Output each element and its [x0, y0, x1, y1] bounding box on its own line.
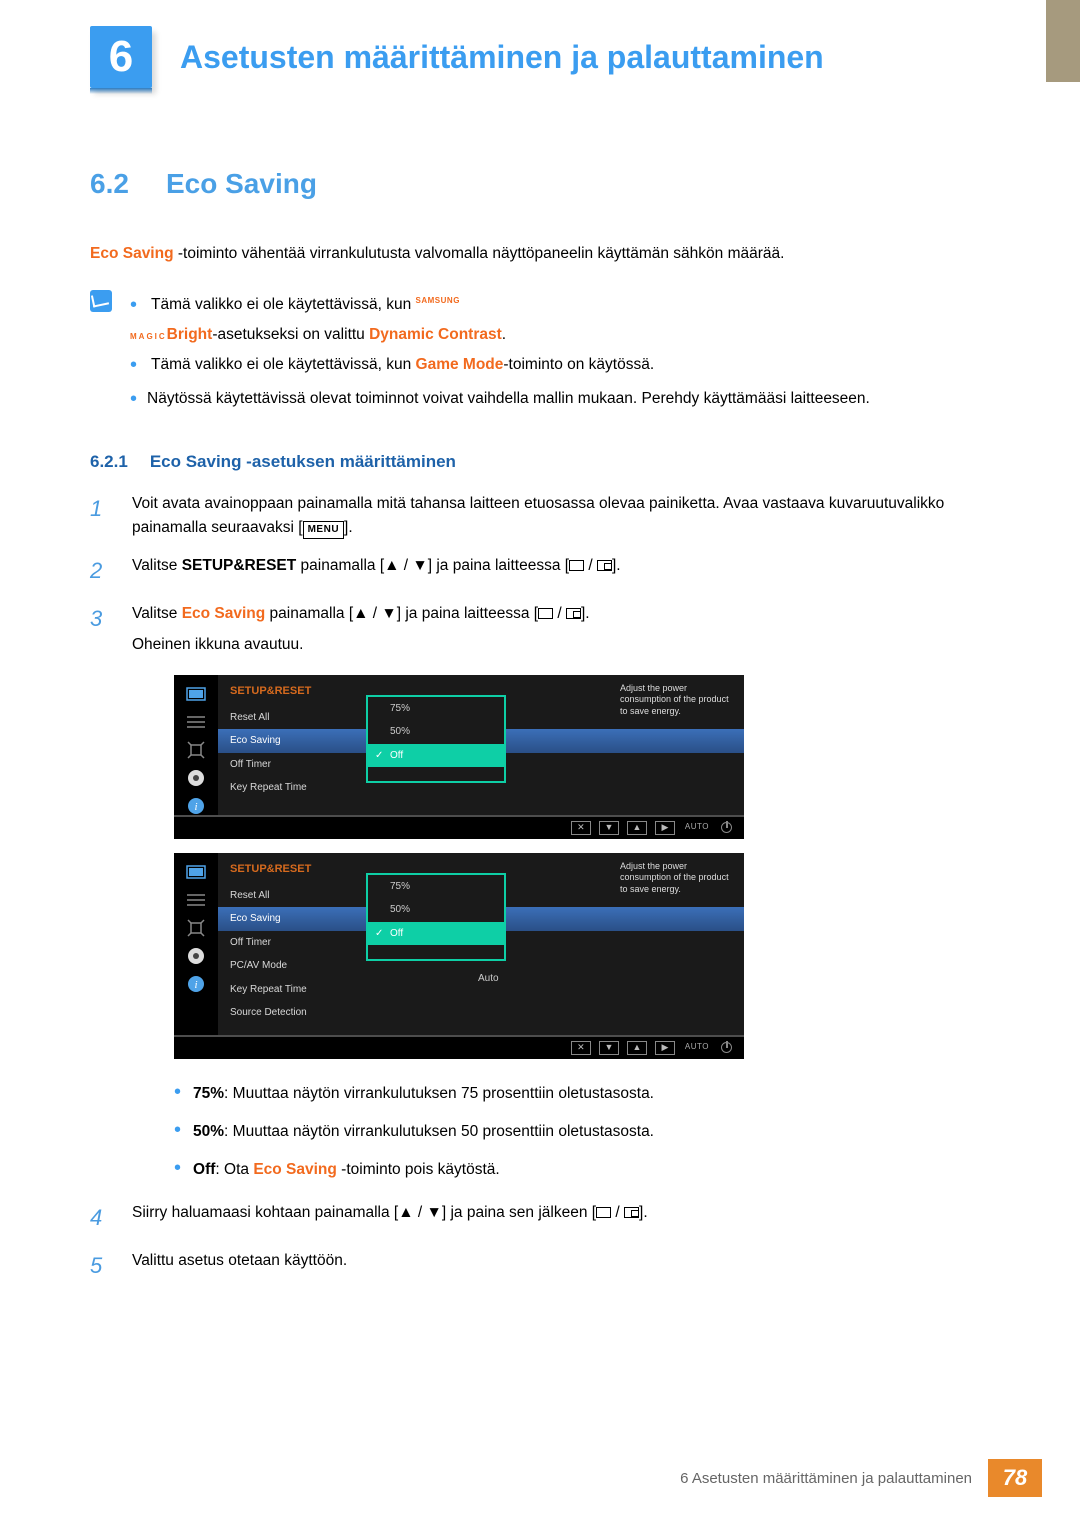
info-icon: i [185, 797, 207, 815]
picture-icon [185, 863, 207, 881]
list-icon [185, 713, 207, 731]
note-item: Tämä valikko ei ole käytettävissä, kun S… [130, 288, 870, 348]
osd-option-selected: Off [368, 744, 504, 768]
option-descriptions: 75%: Muuttaa näytön virrankulutuksen 75 … [174, 1073, 990, 1187]
right-icon: ▶ [655, 821, 675, 835]
down-icon: ▼ [599, 821, 619, 835]
section-title: Eco Saving [166, 168, 317, 200]
osd-menu-item: Source Detection [218, 1001, 744, 1025]
note-item: Näytössä käytettävissä olevat toiminnot … [130, 382, 870, 416]
step-list: 1 Voit avata avainoppaan painamalla mitä… [90, 492, 990, 1282]
svg-text:i: i [194, 979, 197, 991]
osd-nav-bar: ✕ ▼ ▲ ▶ AUTO [174, 815, 744, 839]
osd-option: 50% [368, 898, 504, 922]
option-desc: 50%: Muuttaa näytön virrankulutuksen 50 … [174, 1111, 990, 1149]
screen-icon [596, 1207, 611, 1218]
option-desc: Off: Ota Eco Saving -toiminto pois käytö… [174, 1149, 990, 1187]
step-body: Valittu asetus otetaan käyttöön. [132, 1249, 990, 1283]
note-list: Tämä valikko ei ole käytettävissä, kun S… [130, 288, 870, 416]
close-icon: ✕ [571, 1041, 591, 1055]
power-icon [721, 822, 732, 833]
osd-tooltip: Adjust the power consumption of the prod… [620, 683, 736, 718]
chapter-title: Asetusten määrittäminen ja palauttaminen [180, 39, 824, 76]
up-icon: ▲ [627, 821, 647, 835]
osd-option: 50% [368, 720, 504, 744]
auto-label: AUTO [685, 821, 709, 833]
screen-inset-icon [624, 1207, 639, 1218]
manual-page: 6 Asetusten määrittäminen ja palauttamin… [0, 0, 1080, 1527]
osd-option: 75% [368, 875, 504, 899]
chapter-number-badge: 6 [90, 26, 152, 88]
step-body: Voit avata avainoppaan painamalla mitä t… [132, 492, 990, 540]
step-body: Valitse SETUP&RESET painamalla [▲ / ▼] j… [132, 554, 990, 588]
osd-submenu: 75% 50% Off [366, 873, 506, 961]
info-icon: i [185, 975, 207, 993]
subsection-number: 6.2.1 [90, 452, 128, 472]
auto-label: AUTO [685, 1041, 709, 1053]
step: 2 Valitse SETUP&RESET painamalla [▲ / ▼]… [90, 554, 990, 588]
osd-source-value: Auto [478, 971, 499, 987]
step: 3 Valitse Eco Saving painamalla [▲ / ▼] … [90, 602, 990, 1186]
osd-screenshots: i SETUP&RESET Reset All Eco Saving Off T… [174, 675, 990, 1059]
step: 4 Siirry haluamaasi kohtaan painamalla [… [90, 1201, 990, 1235]
section-number: 6.2 [90, 168, 140, 200]
side-accent-bar [1046, 0, 1080, 82]
osd-option: 75% [368, 697, 504, 721]
osd-tooltip: Adjust the power consumption of the prod… [620, 861, 736, 896]
step-number: 3 [90, 602, 108, 1186]
step-number: 1 [90, 492, 108, 540]
right-icon: ▶ [655, 1041, 675, 1055]
subsection-heading: 6.2.1 Eco Saving -asetuksen määrittämine… [90, 452, 990, 472]
step: 5 Valittu asetus otetaan käyttöön. [90, 1249, 990, 1283]
note-icon [90, 290, 112, 312]
step-number: 4 [90, 1201, 108, 1235]
screen-icon [538, 608, 553, 619]
step-number: 5 [90, 1249, 108, 1283]
note-block: Tämä valikko ei ole käytettävissä, kun S… [90, 288, 990, 416]
page-number: 78 [988, 1459, 1042, 1497]
screen-inset-icon [566, 608, 581, 619]
intro-highlight: Eco Saving [90, 245, 174, 262]
gear-icon [185, 947, 207, 965]
page-header: 6 Asetusten määrittäminen ja palauttamin… [0, 0, 1080, 88]
list-icon [185, 891, 207, 909]
page-content: 6.2 Eco Saving Eco Saving -toiminto vähe… [0, 88, 1080, 1283]
picture-icon [185, 685, 207, 703]
page-footer: 6 Asetusten määrittäminen ja palauttamin… [680, 1459, 1042, 1497]
down-icon: ▼ [599, 1041, 619, 1055]
osd-option-selected: Off [368, 922, 504, 946]
step: 1 Voit avata avainoppaan painamalla mitä… [90, 492, 990, 540]
footer-chapter-label: 6 Asetusten määrittäminen ja palauttamin… [680, 1470, 988, 1487]
osd-nav-bar: ✕ ▼ ▲ ▶ AUTO [174, 1035, 744, 1059]
screen-icon [569, 560, 584, 571]
svg-text:i: i [194, 801, 197, 813]
power-icon [721, 1042, 732, 1053]
menu-key-icon: MENU [303, 521, 344, 539]
osd-panel-1: i SETUP&RESET Reset All Eco Saving Off T… [174, 675, 744, 839]
osd-panel-2: i SETUP&RESET Reset All Eco Saving Off T… [174, 853, 744, 1059]
close-icon: ✕ [571, 821, 591, 835]
option-desc: 75%: Muuttaa näytön virrankulutuksen 75 … [174, 1073, 990, 1111]
resize-icon [185, 919, 207, 937]
osd-sidebar: i [174, 675, 218, 815]
gear-icon [185, 769, 207, 787]
step-number: 2 [90, 554, 108, 588]
osd-submenu: 75% 50% Off [366, 695, 506, 783]
section-heading: 6.2 Eco Saving [90, 168, 990, 200]
section-intro: Eco Saving -toiminto vähentää virrankulu… [90, 242, 990, 266]
up-icon: ▲ [627, 1041, 647, 1055]
resize-icon [185, 741, 207, 759]
osd-sidebar: i [174, 853, 218, 1035]
step-body: Siirry haluamaasi kohtaan painamalla [▲ … [132, 1201, 990, 1235]
step-body: Valitse Eco Saving painamalla [▲ / ▼] ja… [132, 602, 990, 1186]
screen-inset-icon [597, 560, 612, 571]
note-item: Tämä valikko ei ole käytettävissä, kun G… [130, 348, 870, 382]
subsection-title: Eco Saving -asetuksen määrittäminen [150, 452, 456, 472]
